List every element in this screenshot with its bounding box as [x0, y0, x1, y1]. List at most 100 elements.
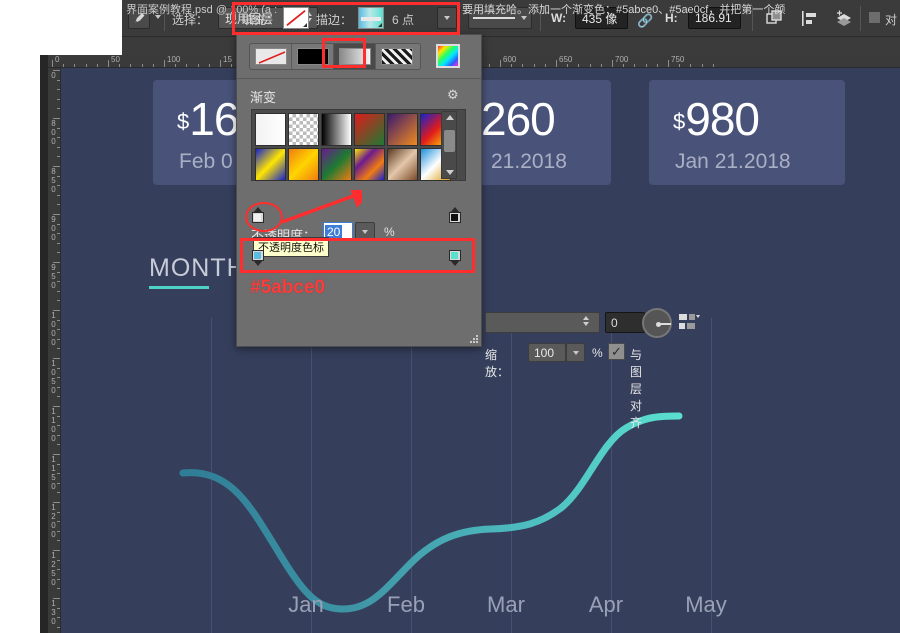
ruler-label-v: 0 — [51, 617, 56, 626]
ruler-tick-minor — [57, 607, 60, 609]
gear-icon[interactable]: ⚙ — [447, 87, 463, 103]
scale-input[interactable]: 100 — [528, 343, 566, 362]
fill-type-pattern[interactable] — [376, 44, 418, 69]
ruler-label-v: 1 — [51, 464, 56, 473]
ruler-label-v: 5 — [51, 377, 56, 386]
scrollbar-thumb[interactable] — [444, 130, 455, 152]
angle-dial-center — [656, 322, 661, 327]
ruler-tick-minor — [701, 64, 703, 67]
ruler-tick-minor — [656, 64, 658, 67]
ruler-tick-minor — [57, 175, 60, 177]
opacity-stop-right[interactable] — [449, 207, 461, 223]
path-arrangement-icon[interactable] — [832, 7, 856, 30]
fill-type-selector[interactable] — [249, 43, 421, 70]
ruler-tick-minor — [57, 415, 60, 417]
ruler-tick-minor — [186, 64, 188, 67]
tutorial-annotation-text: 要用填充哈。添加一个渐变色：#5abce0、#5ae0cf，并把第一个颜 — [462, 4, 786, 16]
ruler-tick-minor — [712, 64, 714, 67]
ruler-tick-minor — [57, 521, 60, 523]
scale-label: 缩放： — [485, 348, 510, 379]
ruler-tick-minor — [57, 127, 60, 129]
ruler-label-v: 0 — [51, 434, 56, 443]
ruler-tick-minor — [57, 204, 60, 206]
ruler-label-h: 650 — [559, 55, 573, 64]
ruler-tick-minor — [57, 338, 60, 340]
ruler-label-h: 15 — [223, 55, 232, 64]
ruler-tick-minor — [175, 64, 177, 67]
fill-type-solid[interactable] — [292, 44, 334, 69]
ruler-tick-minor — [119, 64, 121, 67]
gradient-preset-grid[interactable] — [251, 109, 466, 181]
ruler-tick-minor — [57, 530, 60, 532]
fill-swatch-chevron-icon — [299, 23, 307, 27]
ruler-label-v: 0 — [51, 329, 56, 338]
ruler-tick-minor — [57, 281, 60, 283]
ruler-tick-minor — [57, 319, 60, 321]
path-alignment-icon[interactable] — [797, 7, 821, 30]
color-stop-left[interactable] — [252, 250, 264, 266]
ruler-tick-minor — [57, 137, 60, 139]
ruler-tick-minor — [567, 64, 569, 67]
panel-resize-grip[interactable] — [468, 333, 478, 343]
opacity-unit: % — [384, 225, 395, 239]
gradient-preset-foreground-to-background[interactable] — [255, 113, 286, 146]
align-edges-checkbox[interactable] — [868, 11, 881, 24]
vertical-ruler[interactable]: 0800850900950100010501100115012001250130 — [48, 68, 61, 633]
align-with-layer-checkbox[interactable]: ✓ — [608, 343, 625, 360]
ruler-label-v: 0 — [51, 233, 56, 242]
fill-swatch[interactable] — [283, 7, 309, 29]
scroll-up-arrow-icon[interactable] — [446, 115, 454, 120]
ruler-tick-minor — [57, 79, 60, 81]
ruler-label-h: 700 — [615, 55, 629, 64]
ruler-tick-minor — [57, 185, 60, 187]
ruler-label-v: 0 — [51, 281, 56, 290]
stroke-swatch-chevron-icon — [374, 23, 382, 27]
ruler-tick-minor — [511, 64, 513, 67]
ruler-label-v: 0 — [51, 338, 56, 347]
ruler-tick-minor — [533, 64, 535, 67]
gradient-preset-orange-yellow-orange[interactable] — [288, 148, 319, 181]
stroke-swatch[interactable] — [358, 7, 384, 29]
gradient-preset-yellow-violet-orange-blue[interactable] — [354, 148, 385, 181]
gradient-preset-red-green[interactable] — [354, 113, 385, 146]
ruler-label-v: 0 — [51, 128, 56, 137]
gradient-align-icon[interactable] — [678, 312, 700, 332]
stroke-width-dropdown[interactable] — [437, 7, 457, 29]
path-arrangement-glyph — [837, 10, 851, 26]
ruler-tick-minor — [130, 64, 132, 67]
gradient-preset-copper[interactable] — [387, 148, 418, 181]
gradient-preset-violet-orange[interactable] — [387, 113, 418, 146]
angle-dial[interactable] — [642, 308, 672, 338]
ruler-tick-major — [556, 60, 557, 67]
ruler-tick-minor — [57, 156, 60, 158]
scroll-down-arrow-icon[interactable] — [446, 170, 454, 175]
scale-dropdown[interactable] — [566, 343, 585, 362]
gradient-preset-foreground-to-transparent[interactable] — [288, 113, 319, 146]
document-tab[interactable]: 界面案例教程.psd @ 100% (a : — [126, 1, 277, 17]
gradient-preset-blue-yellow-blue[interactable] — [255, 148, 286, 181]
stroke-width-value[interactable]: 6 点 — [392, 11, 414, 28]
gradient-preset-violet-green-orange[interactable] — [321, 148, 352, 181]
stop-location-input[interactable]: 0 — [605, 312, 645, 333]
color-picker-swatch[interactable] — [436, 44, 460, 68]
path-alignment-glyph — [801, 11, 816, 26]
ruler-label-v: 0 — [51, 425, 56, 434]
document-tab-bar-left-gap — [0, 37, 122, 55]
ruler-label-v: 0 — [51, 530, 56, 539]
ruler-tick-major — [500, 60, 501, 67]
gradient-preset-scrollbar[interactable] — [441, 111, 457, 179]
ruler-tick-minor — [152, 64, 154, 67]
options-bar-separator-4 — [860, 6, 861, 31]
ruler-label-v: 5 — [51, 569, 56, 578]
ruler-label-v: 3 — [51, 608, 56, 617]
ruler-tick-minor — [96, 64, 98, 67]
ruler-label-v: 0 — [51, 320, 56, 329]
ruler-label-v: 0 — [51, 521, 56, 530]
options-bar-left-gap — [0, 0, 122, 37]
opacity-stop-tooltip: 不透明度色标 — [253, 237, 329, 257]
color-stop-right[interactable] — [449, 250, 461, 266]
ruler-tick-minor — [57, 492, 60, 494]
gradient-preset-black-to-white[interactable] — [321, 113, 352, 146]
fill-type-gradient[interactable] — [334, 44, 376, 69]
fill-type-none[interactable] — [250, 44, 292, 69]
